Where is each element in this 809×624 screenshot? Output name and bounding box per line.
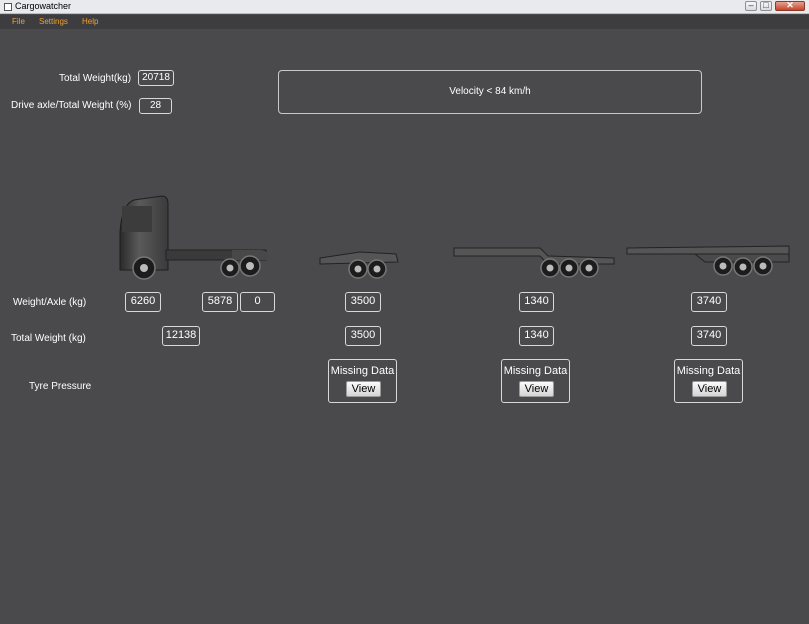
close-button[interactable]: ✕: [775, 0, 805, 11]
title-bar: Cargowatcher – □ ✕: [0, 0, 809, 14]
menu-help[interactable]: Help: [82, 17, 98, 26]
view-button[interactable]: View: [346, 381, 381, 397]
dolly-icon: [319, 251, 399, 279]
truck-axle-2-weight: 5878: [202, 292, 238, 312]
weight-axle-label: Weight/Axle (kg): [13, 297, 87, 308]
menu-file[interactable]: File: [12, 17, 25, 26]
velocity-panel: Velocity < 84 km/h: [278, 70, 702, 114]
trailer-2-axle-weight: 3740: [691, 292, 727, 312]
window-title: Cargowatcher: [15, 1, 72, 11]
dolly-tyre-panel: Missing Data View: [328, 359, 397, 403]
truck-axle-3-weight: 0: [240, 292, 275, 312]
truck-axle-1-weight: 6260: [125, 292, 161, 312]
total-weight-row-label: Total Weight (kg): [11, 333, 86, 344]
trailer-2-total-weight: 3740: [691, 326, 727, 346]
dolly-total-weight: 3500: [345, 326, 381, 346]
total-weight-label: Total Weight(kg): [59, 73, 132, 84]
drive-axle-label: Drive axle/Total Weight (%): [11, 100, 132, 111]
total-weight-value: 20718: [138, 70, 174, 86]
trailer-1-axle-weight: 1340: [519, 292, 554, 312]
trailer-2-tyre-panel: Missing Data View: [674, 359, 743, 403]
menu-settings[interactable]: Settings: [39, 17, 68, 26]
truck-total-weight: 12138: [162, 326, 200, 346]
view-button[interactable]: View: [692, 381, 727, 397]
menu-bar: File Settings Help: [0, 15, 809, 29]
dolly-axle-weight: 3500: [345, 292, 381, 312]
flatbed-trailer-icon: [626, 245, 790, 277]
tyre-status: Missing Data: [503, 365, 568, 377]
trailer-1-tyre-panel: Missing Data View: [501, 359, 570, 403]
view-button[interactable]: View: [519, 381, 554, 397]
minimize-button[interactable]: –: [745, 0, 757, 11]
app-window-icon: [4, 3, 12, 11]
tyre-pressure-label: Tyre Pressure: [29, 381, 92, 392]
tyre-status: Missing Data: [330, 365, 395, 377]
maximize-button[interactable]: □: [760, 0, 772, 11]
truck-tractor-icon: [119, 195, 269, 280]
velocity-text: Velocity < 84 km/h: [449, 86, 531, 97]
trailer-1-total-weight: 1340: [519, 326, 554, 346]
drive-axle-value: 28: [139, 98, 172, 114]
flatbed-trailer-icon: [453, 247, 615, 278]
tyre-status: Missing Data: [676, 365, 741, 377]
